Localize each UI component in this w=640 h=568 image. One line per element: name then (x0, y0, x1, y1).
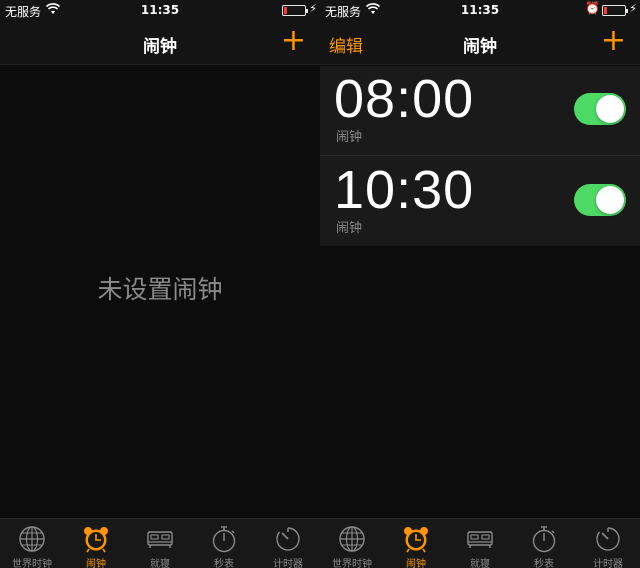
tab-bedtime[interactable]: 就寝 (448, 519, 512, 568)
tab-bar: 世界时钟 闹钟 就寝 秒表 计时器 (320, 518, 640, 568)
tab-stopwatch[interactable]: 秒表 (512, 519, 576, 568)
tab-label: 计时器 (273, 559, 303, 568)
tab-alarm[interactable]: 闹钟 (64, 519, 128, 568)
charging-icon: ⚡ (629, 2, 637, 15)
tab-label: 就寝 (470, 559, 490, 568)
alarm-row[interactable]: 08:00 闹钟 (320, 66, 640, 156)
tab-label: 秒表 (534, 559, 554, 568)
charging-icon: ⚡ (309, 2, 317, 15)
stopwatch-icon (532, 526, 556, 553)
tab-label: 闹钟 (86, 559, 106, 568)
alarm-label: 闹钟 (336, 130, 363, 145)
page-title: 闹钟 (463, 37, 497, 57)
tab-timer[interactable]: 计时器 (576, 519, 640, 568)
left-screen: 无服务 11:35 ⚡ 闹钟 + 未设置闹钟 世界时钟 闹钟 就寝 秒表 计时器 (0, 0, 320, 568)
tab-label: 世界时钟 (332, 559, 372, 568)
add-alarm-button[interactable]: + (281, 25, 306, 57)
add-alarm-button[interactable]: + (601, 25, 626, 57)
globe-icon (339, 526, 365, 552)
status-time: 11:35 (140, 3, 180, 17)
tab-label: 计时器 (593, 559, 623, 568)
tab-bar: 世界时钟 闹钟 就寝 秒表 计时器 (0, 518, 320, 568)
alarm-clock-icon (404, 527, 428, 553)
alarm-time: 10:30 (334, 160, 475, 220)
alarm-clock-icon (84, 527, 108, 553)
tab-alarm[interactable]: 闹钟 (384, 519, 448, 568)
tab-world-clock[interactable]: 世界时钟 (320, 519, 384, 568)
tab-timer[interactable]: 计时器 (256, 519, 320, 568)
battery-icon (282, 5, 308, 16)
alarm-status-icon: ⏰ (585, 1, 600, 15)
page-title: 闹钟 (143, 37, 177, 57)
right-screen: 无服务 11:35 ⏰ ⚡ 编辑 闹钟 + 08:00 闹钟 10:30 闹钟 … (320, 0, 640, 568)
toggle-knob (596, 186, 624, 214)
bed-icon (467, 531, 493, 548)
bed-icon (147, 531, 173, 548)
tab-label: 就寝 (150, 559, 170, 568)
tab-label: 秒表 (214, 559, 234, 568)
empty-state-message: 未设置闹钟 (97, 275, 223, 304)
nav-bar: 闹钟 + (0, 20, 320, 65)
alarm-time: 08:00 (334, 69, 475, 129)
tab-world-clock[interactable]: 世界时钟 (0, 519, 64, 568)
timer-icon (276, 527, 300, 551)
tab-label: 世界时钟 (12, 559, 52, 568)
status-bar: 无服务 11:35 ⏰ ⚡ (320, 0, 640, 20)
alarm-row[interactable]: 10:30 闹钟 (320, 157, 640, 247)
nav-bar: 编辑 闹钟 + (320, 20, 640, 65)
alarm-label: 闹钟 (336, 221, 363, 236)
globe-icon (19, 526, 45, 552)
alarm-toggle[interactable] (574, 93, 626, 125)
timer-icon (596, 527, 620, 551)
tab-bedtime[interactable]: 就寝 (128, 519, 192, 568)
stopwatch-icon (212, 526, 236, 553)
toggle-knob (596, 95, 624, 123)
battery-icon (602, 5, 628, 16)
tab-stopwatch[interactable]: 秒表 (192, 519, 256, 568)
alarm-list: 08:00 闹钟 10:30 闹钟 (320, 66, 640, 246)
alarm-toggle[interactable] (574, 184, 626, 216)
tab-label: 闹钟 (406, 559, 426, 568)
status-bar: 无服务 11:35 ⚡ (0, 0, 320, 20)
